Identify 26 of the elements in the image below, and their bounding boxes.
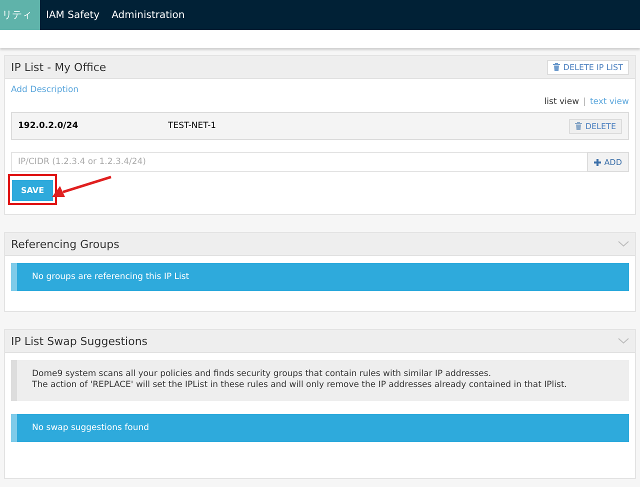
- delete-button[interactable]: DELETE: [569, 118, 622, 134]
- plus-icon: [594, 158, 602, 166]
- save-button[interactable]: SAVE: [12, 180, 54, 201]
- nav-tab[interactable]: Administration: [106, 0, 191, 30]
- info-alert: No swap suggestions found: [11, 414, 629, 442]
- view-toggle[interactable]: text view: [590, 97, 629, 107]
- nav-tab[interactable]: リティ: [0, 0, 40, 30]
- nav-tab[interactable]: IAM Safety: [40, 0, 106, 30]
- panel-title: IP List Swap Suggestions: [11, 334, 148, 348]
- chevron-icon[interactable]: [618, 338, 629, 344]
- ip-cidr-input[interactable]: IP/CIDR (1.2.3.4 or 1.2.3.4/24): [11, 152, 588, 172]
- add-button[interactable]: ADD: [587, 152, 629, 172]
- add-description-link[interactable]: Add Description: [11, 85, 79, 95]
- panel-title: Referencing Groups: [11, 238, 120, 250]
- separator: |: [583, 97, 586, 107]
- note-text: Dome9 system scans all your policies and finds security groups that contain rules with similar IP addresses.: [32, 369, 492, 380]
- view-toggle[interactable]: list view: [544, 97, 580, 107]
- chevron-icon[interactable]: [618, 241, 629, 247]
- trash-icon: [575, 122, 582, 130]
- info-alert: No groups are referencing this IP List: [11, 263, 629, 291]
- note-text: The action of 'REPLACE' will set the IPList in these rules and will only remove the IP addresses already contained in that IPlist.: [32, 380, 568, 392]
- trash-icon: [553, 63, 560, 71]
- entry-name: TEST-NET-1: [168, 121, 218, 131]
- delete-ip-list-button[interactable]: DELETE IP LIST: [547, 60, 629, 74]
- cidr-text: 192.0.2.0/24: [18, 121, 80, 131]
- panel-title: IP List - My Office: [11, 60, 106, 74]
